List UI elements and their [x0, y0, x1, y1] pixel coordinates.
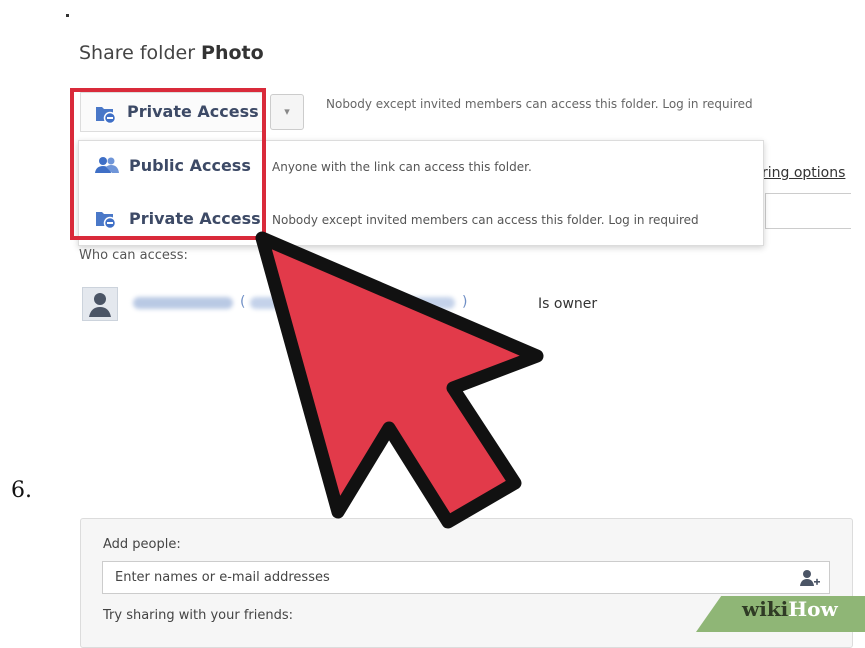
- wikihow-watermark: wikiHow: [742, 597, 838, 621]
- mouse-cursor-arrow: [255, 231, 544, 529]
- watermark-how: How: [788, 597, 838, 621]
- watermark-wiki: wiki: [742, 597, 789, 621]
